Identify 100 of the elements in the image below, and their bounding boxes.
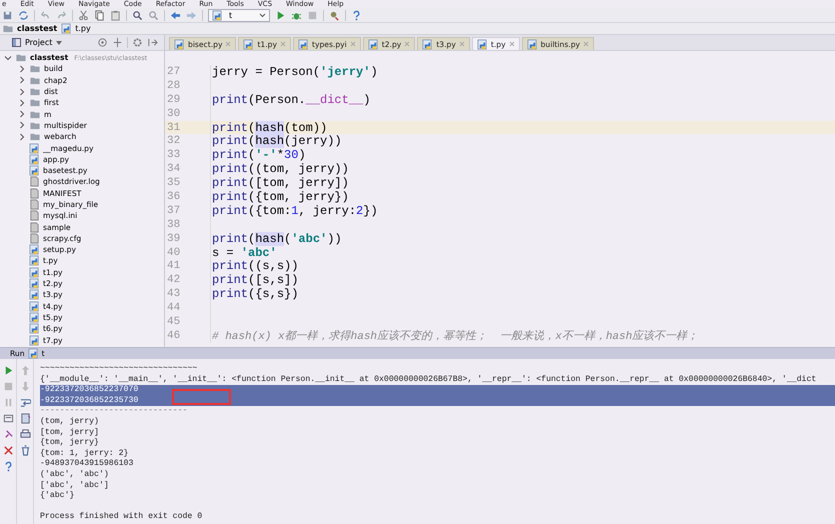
code-line: print(hash(jerry))	[212, 134, 342, 148]
code-line: # hash(x) x都一样，求得hash应该不变的，幂等性； 一般来说，x不一样，hash应该不一样；	[212, 328, 698, 344]
console-output-line: ('abc', 'abc')	[40, 470, 109, 479]
line-number: 45	[166, 316, 182, 328]
save-icon[interactable]	[2, 10, 13, 20]
python-file-icon	[212, 10, 223, 20]
console-output-line: {tom: 1, jerry: 2}	[40, 448, 128, 458]
chevron-down-icon[interactable]	[4, 54, 12, 62]
line-number: 42	[166, 274, 182, 286]
line-number: 27	[166, 66, 182, 78]
caret-icon	[56, 40, 62, 44]
python-file-icon	[29, 300, 40, 312]
chevron-right-icon[interactable]	[18, 88, 26, 96]
line-number: 41	[166, 260, 182, 272]
console-output-line: {'abc'}	[40, 491, 74, 500]
chevron-right-icon[interactable]	[18, 121, 26, 130]
folder-icon	[29, 131, 41, 142]
close-icon[interactable]	[2, 445, 14, 456]
code-line: print([tom, jerry])	[212, 176, 349, 190]
wrap-icon[interactable]	[20, 397, 30, 408]
line-number: 46	[166, 330, 182, 342]
caret-icon	[259, 12, 266, 18]
project-view-selector[interactable]: Project	[25, 38, 52, 47]
line-number: 40	[166, 246, 182, 259]
paste-icon[interactable]	[110, 10, 121, 20]
console-output-line: [tom, jerry]	[40, 428, 99, 437]
console-output-line: ~~~~~~~~~~~~~~~~~~~~~~~~~~~~~~~~	[40, 364, 198, 373]
line-number: 32	[166, 135, 182, 148]
code-line: print((tom, jerry))	[212, 162, 349, 176]
annotation-rectangle	[172, 389, 231, 405]
file-icon	[29, 176, 40, 188]
code-line: print('-'*30)	[212, 148, 306, 162]
line-number: 37	[166, 204, 182, 217]
python-file-icon	[29, 323, 40, 334]
chevron-right-icon[interactable]	[18, 132, 26, 141]
code-line: print(hash('abc'))	[212, 232, 342, 246]
undo-icon[interactable]	[40, 10, 51, 20]
python-file-icon	[29, 289, 40, 300]
print-icon[interactable]	[20, 429, 30, 440]
redo-icon[interactable]	[56, 10, 67, 20]
code-line: print({tom:1, jerry:2})	[212, 204, 378, 218]
python-file-icon	[29, 244, 40, 256]
file-icon	[29, 188, 40, 199]
trash-icon[interactable]	[20, 445, 30, 456]
python-file-icon	[29, 312, 40, 323]
layout-icon[interactable]	[2, 413, 14, 424]
run-icon[interactable]	[275, 10, 286, 20]
console-output-line: -9223372036852237070	[40, 385, 138, 394]
line-number: 36	[166, 190, 182, 203]
code-line: print({tom, jerry})	[212, 190, 349, 204]
code-line: s = 'abc'	[212, 246, 277, 260]
line-number: 43	[166, 288, 182, 300]
line-number: 44	[166, 302, 182, 314]
python-file-icon	[29, 278, 40, 290]
folder-icon	[29, 97, 41, 108]
breadcrumb-item[interactable]: t.py	[75, 24, 91, 33]
console-output-line: -948937043915986103	[40, 459, 134, 468]
python-file-icon	[29, 142, 40, 154]
file-icon	[29, 222, 40, 233]
breadcrumb-item[interactable]: classtest	[17, 24, 58, 33]
code-line: print(hash(tom))	[212, 120, 328, 135]
code-line: print(Person.__dict__)	[212, 92, 370, 107]
console-output-line: ------------------------------	[40, 406, 188, 416]
help-icon[interactable]	[351, 10, 362, 20]
target-icon[interactable]	[97, 37, 108, 48]
code-line: print((s,s))	[212, 259, 298, 274]
chevron-right-icon[interactable]	[18, 110, 26, 118]
replace-icon[interactable]	[148, 10, 159, 20]
project-view-icon	[12, 38, 21, 47]
code-line: print([s,s])	[212, 273, 298, 288]
sync-icon[interactable]	[18, 10, 29, 20]
python-file-icon	[29, 165, 40, 176]
run-configuration-dropdown[interactable]: t	[208, 8, 270, 22]
python-file-icon	[29, 266, 40, 278]
chevron-right-icon[interactable]	[18, 64, 26, 73]
line-number: 38	[166, 218, 182, 231]
python-file-icon	[29, 334, 40, 346]
line-number: 31	[166, 122, 182, 134]
help-icon[interactable]	[2, 461, 14, 472]
cut-icon[interactable]	[78, 10, 89, 20]
chevron-right-icon[interactable]	[18, 76, 26, 84]
file-icon	[29, 199, 40, 210]
line-number: 35	[166, 177, 182, 190]
file-icon	[29, 232, 40, 244]
line-number: 39	[166, 232, 182, 245]
collapse-icon[interactable]	[112, 37, 123, 48]
line-number: 30	[166, 108, 182, 120]
folder-icon	[29, 63, 41, 74]
line-number: 29	[166, 94, 182, 106]
console-output-line: {tom, jerry}	[40, 438, 99, 448]
python-file-icon	[28, 348, 39, 359]
close-icon[interactable]	[508, 41, 515, 47]
code-line: jerry = Person('jerry')	[212, 64, 378, 79]
back-arrow-icon[interactable]	[170, 10, 181, 20]
copy-icon[interactable]	[94, 10, 105, 20]
chevron-right-icon[interactable]	[18, 98, 26, 107]
hide-panel-icon[interactable]	[147, 37, 158, 48]
line-number: 33	[166, 149, 182, 162]
search-icon[interactable]	[132, 10, 143, 20]
python-file-icon	[29, 154, 40, 165]
